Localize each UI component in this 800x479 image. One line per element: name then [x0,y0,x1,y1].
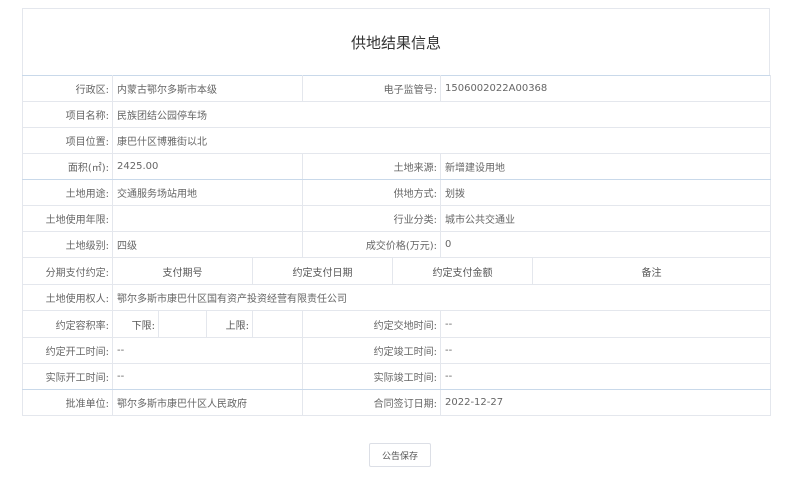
area-value: 2425.00 [112,153,303,180]
installment-col-amount: 约定支付金额 [393,258,533,284]
supply-result-panel: 供地结果信息 行政区: 内蒙古鄂尔多斯市本级 电子监管号: 1506002022… [22,8,771,416]
row-approver: 批准单位: 鄂尔多斯市康巴什区人民政府 合同签订日期: 2022-12-27 [22,389,771,416]
start-value: -- [112,337,303,364]
installment-col-remark: 备注 [641,267,662,279]
approver-label: 批准单位: [22,389,113,416]
supply-value: 划拨 [440,179,771,206]
row-installment: 分期支付约定: 支付期号 约定支付日期 约定支付金额 备注 [22,257,771,285]
upper-value [253,312,302,337]
usage-value: 交通服务场站用地 [112,179,303,206]
installment-label: 分期支付约定: [22,257,113,285]
industry-label: 行业分类: [302,205,441,232]
row-actual: 实际开工时间: -- 实际竣工时间: -- [22,363,771,390]
lower-value [159,311,207,337]
delivery-label: 约定交地时间: [302,310,441,338]
row-years: 土地使用年限: 行业分类: 城市公共交通业 [22,205,771,232]
code-label: 电子监管号: [302,75,441,102]
level-label: 土地级别: [22,231,113,258]
complete-value: -- [440,337,771,364]
source-value: 新增建设用地 [440,153,771,180]
usage-label: 土地用途: [22,179,113,206]
years-label: 土地使用年限: [22,205,113,232]
project-name-value: 民族团结公园停车场 [112,101,771,128]
project-name-label: 项目名称: [22,101,113,128]
row-start: 约定开工时间: -- 约定竣工时间: -- [22,337,771,364]
row-plot-ratio: 约定容积率: 下限: 上限: 约定交地时间: -- [22,310,771,338]
plot-ratio-label: 约定容积率: [22,310,113,338]
page-title: 供地结果信息 [22,8,770,75]
start-label: 约定开工时间: [22,337,113,364]
district-label: 行政区: [22,75,113,102]
installment-col-period: 支付期号 [114,258,253,284]
row-location: 项目位置: 康巴什区博雅街以北 [22,127,771,154]
complete-label: 约定竣工时间: [302,337,441,364]
row-district: 行政区: 内蒙古鄂尔多斯市本级 电子监管号: 1506002022A00368 [22,75,771,102]
row-owner: 土地使用权人: 鄂尔多斯市康巴什区国有资产投资经营有限责任公司 [22,284,771,311]
button-row: 公告保存 [0,443,800,467]
supply-label: 供地方式: [302,179,441,206]
location-label: 项目位置: [22,127,113,154]
save-announcement-button[interactable]: 公告保存 [369,443,431,467]
plot-ratio-subcells: 下限: 上限: [112,310,303,338]
price-label: 成交价格(万元): [302,231,441,258]
row-level: 土地级别: 四级 成交价格(万元): 0 [22,231,771,258]
row-project-name: 项目名称: 民族团结公园停车场 [22,101,771,128]
delivery-value: -- [440,310,771,338]
area-label: 面积(㎡): [22,153,113,180]
level-value: 四级 [112,231,303,258]
approver-value: 鄂尔多斯市康巴什区人民政府 [112,389,303,416]
row-usage: 土地用途: 交通服务场站用地 供地方式: 划拨 [22,179,771,206]
code-value: 1506002022A00368 [440,75,771,102]
source-label: 土地来源: [302,153,441,180]
row-area: 面积(㎡): 2425.00 土地来源: 新增建设用地 [22,153,771,180]
actual-complete-value: -- [440,363,771,390]
installment-col-date: 约定支付日期 [253,258,393,284]
location-value: 康巴什区博雅街以北 [112,127,771,154]
owner-value: 鄂尔多斯市康巴什区国有资产投资经营有限责任公司 [112,284,771,311]
years-value [112,205,303,232]
lower-label: 下限: [114,311,159,337]
district-value: 内蒙古鄂尔多斯市本级 [112,75,303,102]
installment-subtable: 支付期号 约定支付日期 约定支付金额 备注 [112,257,771,285]
actual-start-value: -- [112,363,303,390]
contract-date-value: 2022-12-27 [440,389,771,416]
actual-start-label: 实际开工时间: [22,363,113,390]
info-table: 行政区: 内蒙古鄂尔多斯市本级 电子监管号: 1506002022A00368 … [22,75,771,416]
owner-label: 土地使用权人: [22,284,113,311]
actual-complete-label: 实际竣工时间: [302,363,441,390]
contract-date-label: 合同签订日期: [302,389,441,416]
upper-label: 上限: [207,311,253,337]
price-value: 0 [440,231,771,258]
industry-value: 城市公共交通业 [440,205,771,232]
